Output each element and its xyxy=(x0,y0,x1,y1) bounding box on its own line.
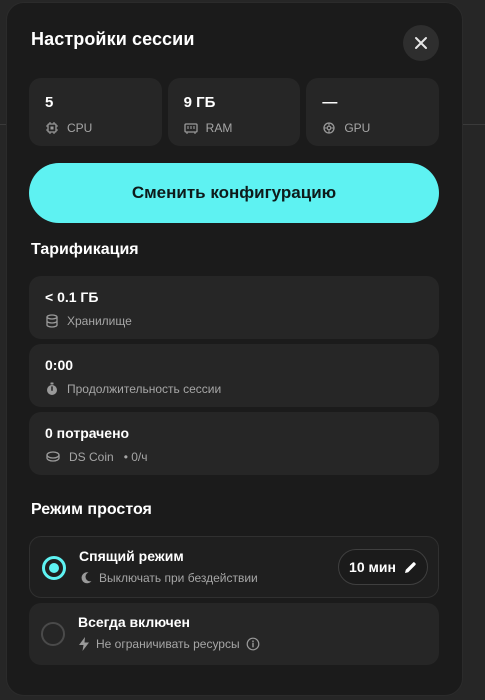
spec-summary: 5 CPU 9 ГБ RAM — GPU xyxy=(29,78,440,146)
billing-rate: • 0/ч xyxy=(123,450,148,464)
idle-option-desc: Не ограничивать ресурсы xyxy=(96,637,240,651)
close-button[interactable] xyxy=(403,25,439,61)
cpu-icon xyxy=(46,122,58,134)
billing-label: Продолжительность сессии xyxy=(67,382,222,396)
billing-label: DS Coin xyxy=(69,450,114,464)
billing-value: 0:00 xyxy=(45,357,74,373)
spec-card-gpu: — GPU xyxy=(306,78,440,146)
spec-card-cpu: 5 CPU xyxy=(29,78,162,146)
moon-icon xyxy=(81,572,92,584)
change-configuration-button[interactable]: Сменить конфигурацию xyxy=(29,163,439,223)
idle-section-title: Режим простоя xyxy=(31,501,152,518)
spec-label: GPU xyxy=(344,121,371,135)
billing-value: < 0.1 ГБ xyxy=(45,289,99,305)
billing-storage-card: < 0.1 ГБ Хранилище xyxy=(29,276,439,339)
spec-value: 5 xyxy=(45,94,54,111)
billing-section-title: Тарификация xyxy=(31,241,139,258)
idle-option-name: Всегда включен xyxy=(78,614,191,630)
close-icon xyxy=(415,37,427,49)
session-settings-dialog: Настройки сессии 5 CPU 9 ГБ RAM — GPU См… xyxy=(6,2,463,696)
radio-unselected[interactable] xyxy=(41,622,65,646)
spec-value: — xyxy=(322,94,338,111)
billing-value: 0 потрачено xyxy=(45,425,130,441)
gpu-icon xyxy=(323,122,335,134)
pencil-icon xyxy=(404,561,416,573)
idle-option-sleep[interactable]: Спящий режим Выключать при бездействии 1… xyxy=(29,536,439,598)
idle-timeout-value: 10 мин xyxy=(349,559,396,575)
coins-icon xyxy=(46,451,60,462)
info-icon[interactable] xyxy=(246,637,260,651)
idle-timeout-button[interactable]: 10 мин xyxy=(338,549,428,585)
database-icon xyxy=(46,314,58,328)
lightning-icon xyxy=(79,637,89,651)
spec-label: RAM xyxy=(205,121,233,135)
ram-icon xyxy=(184,123,198,134)
idle-option-always-on[interactable]: Всегда включен Не ограничивать ресурсы xyxy=(29,603,439,665)
dialog-title: Настройки сессии xyxy=(31,29,195,49)
spec-value: 9 ГБ xyxy=(183,94,216,111)
spec-label: CPU xyxy=(67,121,93,135)
idle-option-desc: Выключать при бездействии xyxy=(99,571,258,585)
stopwatch-icon xyxy=(47,382,57,395)
billing-duration-card: 0:00 Продолжительность сессии xyxy=(29,344,439,407)
idle-option-name: Спящий режим xyxy=(79,548,184,564)
billing-label: Хранилище xyxy=(67,314,132,328)
spec-card-ram: 9 ГБ RAM xyxy=(167,78,301,146)
billing-coins-card: 0 потрачено DS Coin • 0/ч xyxy=(29,412,439,475)
radio-selected[interactable] xyxy=(42,556,66,580)
change-configuration-label: Сменить конфигурацию xyxy=(131,183,337,202)
